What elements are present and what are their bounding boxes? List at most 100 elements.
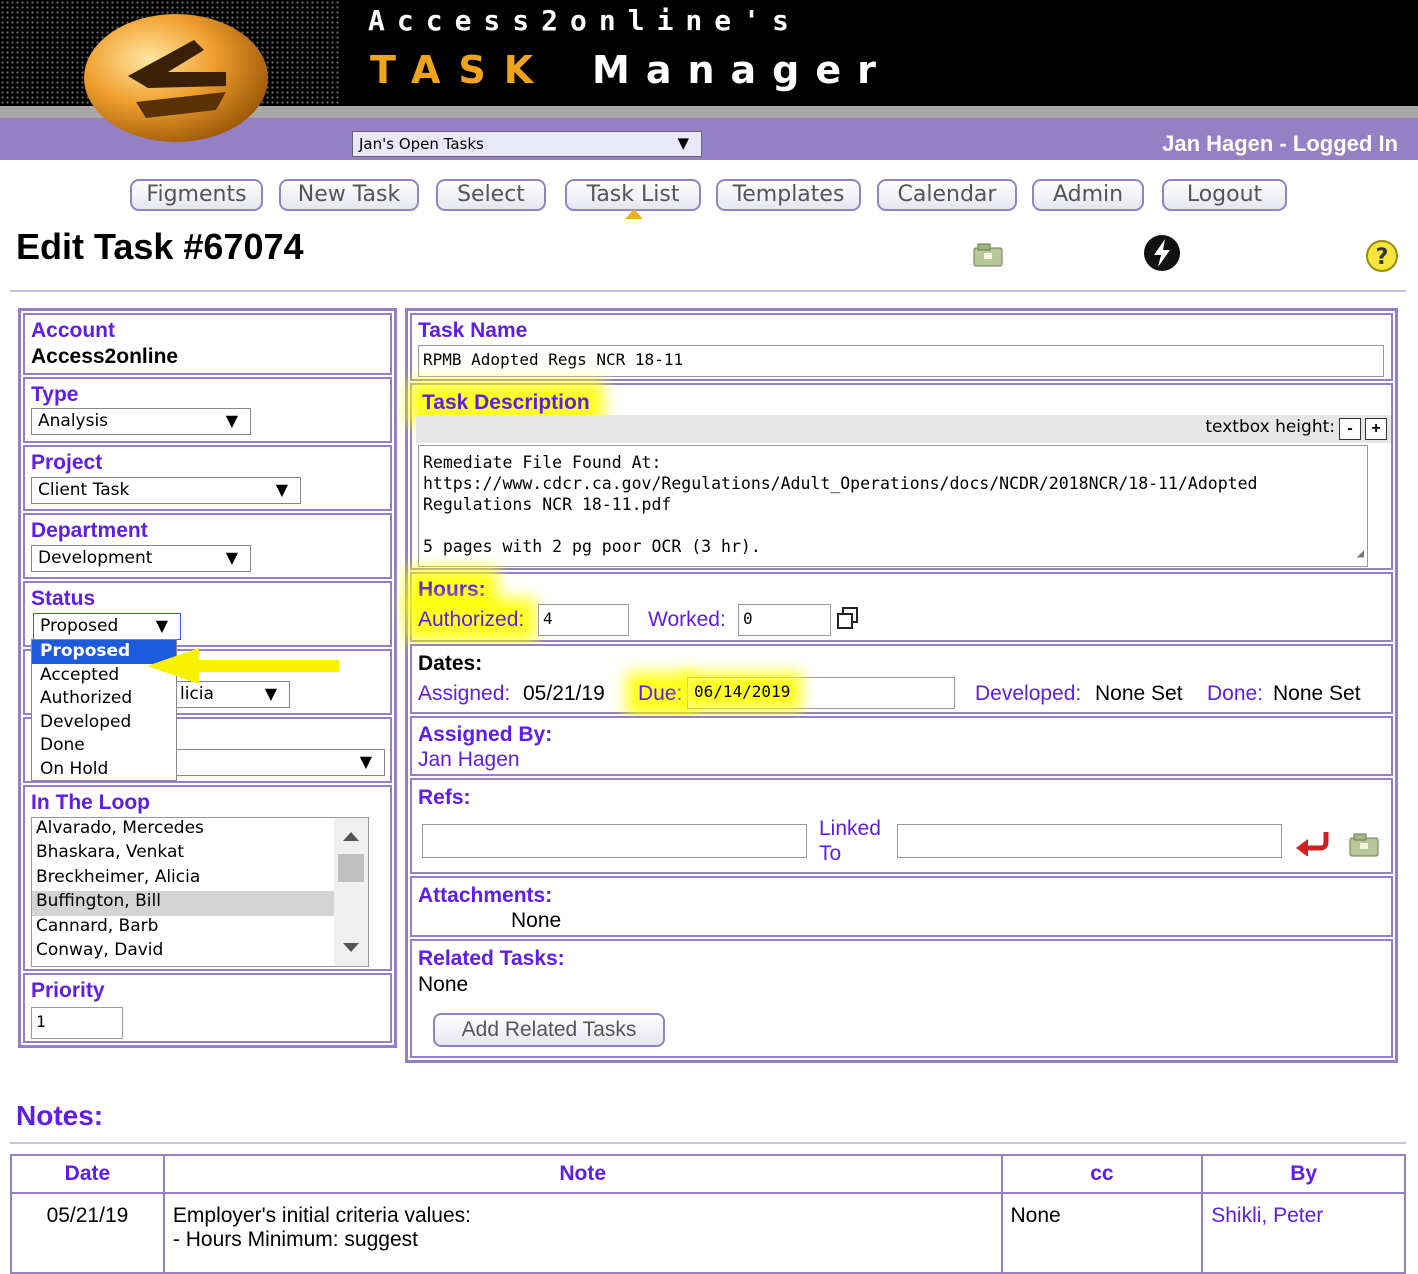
hours-section: Hours: Authorized: 4 Worked: 0 [410, 572, 1393, 642]
description-line: Remediate File Found At: [423, 453, 662, 472]
grow-textbox-button[interactable]: + [1365, 418, 1387, 440]
linked-to-label: Linked To [819, 816, 881, 866]
scroll-thumb[interactable] [338, 854, 364, 882]
due-date-input[interactable]: 06/14/2019 [687, 677, 955, 709]
note-by-link[interactable]: Shikli, Peter [1201, 1192, 1406, 1274]
logged-in-status: Jan Hagen - Logged In [1162, 131, 1398, 156]
authorized-hours-input[interactable]: 4 [538, 604, 629, 636]
note-text: Employer's initial criteria values: - Ho… [162, 1192, 1003, 1274]
status-select-value: Proposed [40, 616, 119, 636]
return-link-icon[interactable] [1292, 824, 1332, 856]
status-option-developed[interactable]: Developed [32, 711, 176, 735]
dates-section: Dates: Assigned: 05/21/19 Due: 06/14/201… [410, 644, 1393, 714]
description-line: Regulations NCR 18-11.pdf [423, 495, 672, 514]
active-tab-caret-icon [625, 209, 643, 219]
nav-select-button[interactable]: Select [436, 179, 546, 211]
developed-date-value: None Set [1095, 682, 1183, 705]
notes-table: Date Note cc By 05/21/19 Employer's init… [10, 1154, 1406, 1274]
project-select[interactable]: Client Task ▼ [31, 477, 301, 504]
add-related-tasks-button[interactable]: Add Related Tasks [433, 1013, 665, 1047]
done-date-label: Done: [1207, 682, 1264, 705]
type-section: Type Analysis ▼ [23, 377, 392, 443]
resize-handle-icon[interactable]: ◢ [1357, 543, 1364, 564]
status-section: Status Proposed ▼ [23, 581, 392, 647]
in-the-loop-section: In The Loop Alvarado, Mercedes Bhaskara,… [23, 785, 392, 971]
worked-hours-value: 0 [743, 609, 753, 628]
nav-new-task-button[interactable]: New Task [279, 179, 419, 211]
task-filter-select[interactable]: Jan's Open Tasks ▼ [352, 131, 702, 157]
help-icon[interactable]: ? [1365, 239, 1399, 273]
due-date-value: 06/14/2019 [692, 682, 793, 701]
shrink-textbox-button[interactable]: - [1339, 418, 1361, 440]
status-option-authorized[interactable]: Authorized [32, 687, 176, 711]
loop-item[interactable]: Conway, David [32, 940, 334, 964]
developed-date-label: Developed: [975, 682, 1082, 705]
priority-label: Priority [31, 979, 105, 1002]
assigned-date-label: Assigned: [418, 682, 511, 705]
loop-item[interactable]: Alvarado, Mercedes [32, 818, 334, 842]
in-the-loop-list[interactable]: Alvarado, Mercedes Bhaskara, Venkat Brec… [31, 817, 369, 967]
department-select[interactable]: Development ▼ [31, 545, 251, 572]
refs-input[interactable] [422, 824, 807, 858]
notes-title: Notes: [16, 1100, 104, 1131]
project-label: Project [31, 451, 103, 474]
account-label: Account [31, 319, 115, 342]
status-option-on-hold[interactable]: On Hold [32, 758, 176, 782]
app-title: Access2online's [368, 4, 801, 37]
assigned-by-section: Assigned By: Jan Hagen [410, 716, 1393, 776]
loop-item[interactable]: Breckheimer, Alicia [32, 867, 334, 891]
task-name-input[interactable]: RPMB Adopted Regs NCR 18-11 [418, 345, 1384, 377]
priority-input[interactable]: 1 [31, 1007, 123, 1039]
notes-col-cc: cc [1000, 1154, 1204, 1194]
related-tasks-label: Related Tasks: [418, 947, 565, 970]
loop-item-selected[interactable]: Buffington, Bill [32, 891, 334, 916]
nav-calendar-button[interactable]: Calendar [877, 179, 1017, 211]
chevron-down-icon: ▼ [264, 684, 277, 703]
note-date: 05/21/19 [10, 1192, 165, 1274]
description-line: 5 pages with 2 pg poor OCR (3 hr). [423, 537, 761, 556]
loop-item[interactable]: Bhaskara, Venkat [32, 842, 334, 866]
app-title-task: TASK [370, 48, 552, 92]
status-select[interactable]: Proposed ▼ [33, 613, 181, 640]
title-divider [10, 290, 1406, 292]
nav-task-list-button[interactable]: Task List [565, 179, 701, 211]
loop-scrollbar[interactable] [334, 818, 368, 966]
copy-icon[interactable] [836, 606, 860, 630]
description-blank-line [423, 515, 1363, 536]
type-select-value: Analysis [38, 411, 109, 431]
refs-label: Refs: [418, 786, 471, 809]
linked-to-line2: To [819, 842, 842, 865]
assigned-by-link[interactable]: Jan Hagen [418, 748, 520, 772]
chevron-down-icon: ▼ [275, 480, 288, 499]
scroll-up-icon[interactable] [343, 832, 359, 841]
task-name-section: Task Name RPMB Adopted Regs NCR 18-11 [410, 313, 1393, 381]
linked-to-input[interactable] [897, 824, 1282, 858]
table-row: 05/21/19 Employer's initial criteria val… [10, 1192, 1406, 1274]
nav-templates-button[interactable]: Templates [716, 179, 861, 211]
nav-logout-button[interactable]: Logout [1162, 179, 1287, 211]
status-option-done[interactable]: Done [32, 734, 176, 758]
worked-hours-input[interactable]: 0 [738, 604, 831, 636]
due-date-label: Due: [636, 682, 685, 706]
notes-col-by: By [1201, 1154, 1406, 1194]
task-description-section: Task Description textbox height: - + Rem… [410, 383, 1393, 570]
attachments-label: Attachments: [418, 884, 553, 907]
type-select[interactable]: Analysis ▼ [31, 408, 251, 435]
related-tasks-value: None [418, 973, 469, 996]
note-cc: None [1000, 1192, 1204, 1274]
task-description-textarea[interactable]: Remediate File Found At: https://www.cdc… [418, 445, 1368, 567]
assigned-to-select[interactable]: licia ▼ [173, 681, 290, 708]
assigned-to-value: licia [180, 684, 214, 704]
nav-admin-button[interactable]: Admin [1032, 179, 1144, 211]
nav-figments-button[interactable]: Figments [130, 179, 263, 211]
lightning-icon[interactable] [1142, 233, 1182, 273]
attachments-value: None [511, 909, 562, 932]
hidden-field-select[interactable]: ▼ [175, 749, 385, 776]
project-section: Project Client Task ▼ [23, 445, 392, 511]
loop-item[interactable]: Cannard, Barb [32, 916, 334, 940]
done-date-value: None Set [1273, 682, 1361, 705]
folder-icon[interactable] [972, 242, 1004, 268]
folder-icon[interactable] [1348, 832, 1380, 858]
scroll-down-icon[interactable] [343, 943, 359, 952]
department-section: Department Development ▼ [23, 513, 392, 579]
